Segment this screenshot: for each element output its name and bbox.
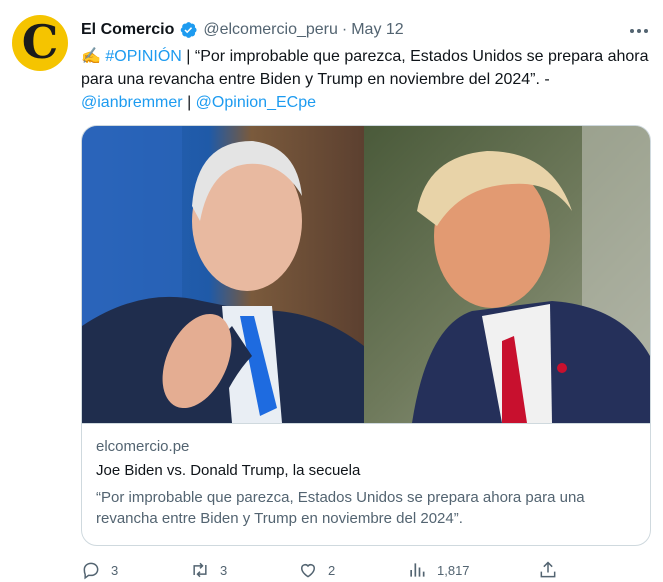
tweet[interactable]: C El Comercio @elcomercio_peru · May 12 … (0, 0, 663, 582)
retweet-icon (193, 562, 207, 578)
mention-opinion-ecpe[interactable]: @Opinion_ECpe (196, 94, 316, 111)
author-handle[interactable]: @elcomercio_peru (203, 21, 338, 39)
verified-badge-icon[interactable] (178, 20, 198, 40)
retweet-count: 3 (220, 562, 228, 578)
views-button[interactable]: 1,817 (407, 558, 470, 582)
card-title: Joe Biden vs. Donald Trump, la secuela (96, 462, 361, 479)
views-count: 1,817 (437, 562, 470, 578)
tweet-header: El Comercio @elcomercio_peru · May 12 (81, 19, 404, 41)
hashtag-link[interactable]: #OPINIÓN (105, 48, 181, 65)
like-count: 2 (328, 562, 336, 578)
card-photo (82, 126, 650, 423)
like-icon (301, 564, 315, 578)
share-button[interactable] (538, 558, 558, 582)
author-name[interactable]: El Comercio (81, 21, 174, 39)
separator-dot: · (341, 21, 348, 38)
more-icon[interactable] (624, 20, 654, 42)
reply-button[interactable]: 3 (81, 558, 118, 582)
tweet-date[interactable]: May 12 (351, 21, 403, 39)
like-button[interactable]: 2 (298, 558, 335, 582)
reply-count: 3 (111, 562, 119, 578)
pipe-separator: | (186, 48, 191, 65)
card-info[interactable]: elcomercio.pe Joe Biden vs. Donald Trump… (82, 423, 650, 545)
avatar-logo: C (21, 15, 59, 69)
reply-icon (83, 562, 99, 580)
card-description: “Por improbable que parezca, Estados Uni… (96, 489, 585, 527)
tweet-text: ✍️ #OPINIÓN | “Por improbable que parezc… (81, 45, 653, 114)
mention-separator: | (187, 94, 192, 111)
mention-ianbremmer[interactable]: @ianbremmer (81, 94, 183, 111)
writing-hand-emoji: ✍️ (81, 48, 101, 65)
action-bar: 3 3 2 1,817 (0, 558, 663, 582)
link-card[interactable]: elcomercio.pe Joe Biden vs. Donald Trump… (81, 125, 651, 546)
card-domain: elcomercio.pe (96, 438, 190, 455)
retweet-button[interactable]: 3 (190, 558, 227, 582)
share-icon (540, 561, 556, 578)
views-icon (410, 563, 425, 577)
avatar[interactable]: C (12, 15, 68, 71)
card-image[interactable] (82, 126, 650, 423)
